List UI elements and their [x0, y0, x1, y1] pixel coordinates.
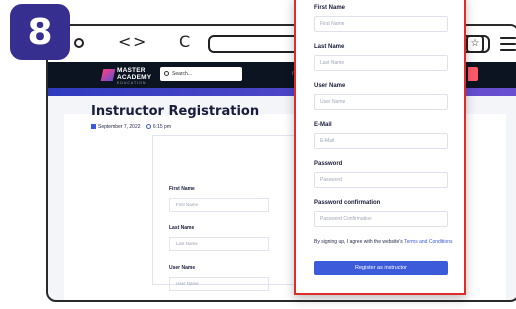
background-registration-form: First Name First Name Last Name Last Nam…: [152, 135, 300, 291]
terms-consent-text: By signing up, I agree with the website'…: [314, 239, 453, 245]
password-confirmation-field[interactable]: Password Confirmation: [314, 211, 448, 227]
user-name-label: User Name: [169, 265, 196, 271]
step-number-badge: 8: [10, 4, 70, 60]
first-name-field[interactable]: First Name: [169, 198, 269, 212]
password-label: Password: [314, 161, 343, 167]
last-name-field[interactable]: Last Name: [314, 55, 448, 71]
user-name-label: User Name: [314, 83, 346, 89]
bookmark-star-icon[interactable]: ☆: [466, 35, 484, 53]
window-control-dot-icon[interactable]: [74, 38, 84, 48]
password-confirmation-label: Password confirmation: [314, 200, 381, 206]
site-logo[interactable]: MASTER ACADEMY EDUCATION: [117, 67, 151, 86]
nav-cta-button[interactable]: [468, 67, 478, 81]
last-name-field[interactable]: Last Name: [169, 237, 269, 251]
site-search-input[interactable]: Search...: [160, 67, 242, 81]
back-arrow-icon[interactable]: <: [118, 32, 131, 52]
user-name-field[interactable]: User Name: [169, 277, 269, 291]
search-icon: [164, 71, 169, 76]
registration-form-highlight: First Name First Name Last Name Last Nam…: [294, 0, 466, 295]
email-field[interactable]: E-Mail: [314, 133, 448, 149]
last-name-label: Last Name: [314, 44, 345, 50]
register-instructor-button[interactable]: Register as instructor: [314, 261, 448, 275]
post-meta: September 7, 2022 6:15 pm: [91, 124, 171, 130]
calendar-icon: [91, 124, 96, 129]
reload-icon[interactable]: C: [179, 32, 190, 52]
clock-icon: [145, 124, 151, 129]
page-title: Instructor Registration: [91, 104, 260, 119]
browser-menu-icon[interactable]: [500, 37, 516, 51]
terms-link[interactable]: Terms and Conditions: [404, 239, 452, 245]
first-name-label: First Name: [314, 5, 346, 11]
user-name-field[interactable]: User Name: [314, 94, 448, 110]
last-name-label: Last Name: [169, 225, 195, 231]
email-label: E-Mail: [314, 122, 332, 128]
first-name-label: First Name: [169, 186, 195, 192]
first-name-field[interactable]: First Name: [314, 16, 448, 32]
academy-logo-icon: [100, 69, 116, 81]
password-field[interactable]: Password: [314, 172, 448, 188]
forward-arrow-icon[interactable]: >: [133, 32, 146, 52]
